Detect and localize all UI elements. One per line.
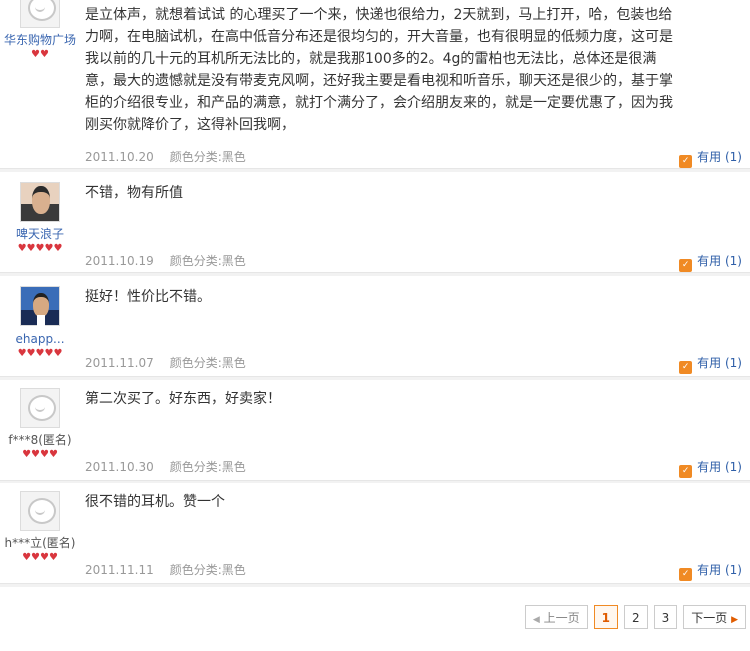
reviewer: ehapp... ♥♥♥♥♥ [0,286,80,360]
thumb-icon: ✓ [679,155,693,168]
reviewer: h***立(匿名) ♥♥♥♥ [0,491,80,564]
review-date: 2011.10.20 [85,150,154,164]
review-meta: 2011.11.11 颜色分类:黑色 [85,561,246,578]
review-item: 华东购物广场 ♥♥ 是立体声，就想着试试 的心理买了一个来，快递也很给力，2天就… [0,0,750,172]
rating-hearts: ♥♥♥♥ [22,449,58,460]
useful-label: 有用 (1) [697,150,742,164]
avatar[interactable] [20,491,60,531]
useful-label: 有用 (1) [697,254,742,268]
useful-label: 有用 (1) [697,460,742,474]
next-page-button[interactable]: 下一页 ▶ [683,605,746,629]
rating-hearts: ♥♥ [31,49,49,60]
useful-label: 有用 (1) [697,563,742,577]
review-meta: 2011.10.19 颜色分类:黑色 [85,252,246,269]
review-date: 2011.11.07 [85,356,154,370]
review-meta: 2011.11.07 颜色分类:黑色 [85,354,246,371]
review-item: ehapp... ♥♥♥♥♥ 挺好！性价比不错。 2011.11.07 颜色分类:… [0,276,750,380]
review-category: 颜色分类:黑色 [169,460,246,474]
review-date: 2011.10.30 [85,460,154,474]
rating-hearts: ♥♥♥♥♥ [17,243,63,254]
avatar[interactable] [20,388,60,428]
reviewer-name[interactable]: 华东购物广场 [0,33,80,47]
arrow-left-icon: ◀ [532,615,540,625]
useful-button[interactable]: ✓ 有用 (1) [679,561,742,581]
review-category: 颜色分类:黑色 [169,563,246,577]
arrow-right-icon: ▶ [731,615,738,625]
reviewer-name: h***立(匿名) [4,536,76,550]
pagination: ◀ 上一页 1 2 3 下一页 ▶ [524,605,746,629]
rating-hearts: ♥♥♥♥♥ [17,348,63,359]
review-text: 挺好！性价比不错。 [85,289,211,305]
useful-label: 有用 (1) [697,356,742,370]
review-text: 是立体声，就想着试试 的心理买了一个来，快递也很给力，2天就到，马上打开，哈，包… [85,7,673,133]
rating-hearts: ♥♥♥♥ [22,552,58,563]
useful-button[interactable]: ✓ 有用 (1) [679,354,742,374]
prev-page-button[interactable]: ◀ 上一页 [524,605,588,629]
thumb-icon: ✓ [679,465,693,478]
useful-button[interactable]: ✓ 有用 (1) [679,148,742,168]
reviewer-name[interactable]: ehapp... [0,332,80,346]
reviewer-name: f***8(匿名) [8,433,72,447]
useful-button[interactable]: ✓ 有用 (1) [679,252,742,272]
thumb-icon: ✓ [679,259,693,272]
reviewer: f***8(匿名) ♥♥♥♥ [0,388,80,461]
prev-page-label: 上一页 [543,611,580,625]
review-meta: 2011.10.30 颜色分类:黑色 [85,458,246,475]
next-page-label: 下一页 [691,611,728,625]
page-button-3[interactable]: 3 [653,605,678,629]
avatar[interactable] [20,182,60,222]
thumb-icon: ✓ [679,361,693,374]
useful-button[interactable]: ✓ 有用 (1) [679,458,742,478]
review-item: f***8(匿名) ♥♥♥♥ 第二次买了。好东西，好卖家！ 2011.10.30… [0,380,750,484]
review-item: h***立(匿名) ♥♥♥♥ 很不错的耳机。赞一个 2011.11.11 颜色分类… [0,483,750,587]
reviewer: 啤天浪子 ♥♥♥♥♥ [0,182,80,255]
page-button-1[interactable]: 1 [593,605,618,629]
reviewer-name[interactable]: 啤天浪子 [0,227,80,241]
avatar[interactable] [20,0,60,28]
review-text: 不错，物有所值 [85,185,183,201]
review-item: 啤天浪子 ♥♥♥♥♥ 不错，物有所值 2011.10.19 颜色分类:黑色 ✓ 有用… [0,172,750,276]
avatar[interactable] [20,286,60,327]
thumb-icon: ✓ [679,568,693,581]
review-category: 颜色分类:黑色 [169,254,246,268]
review-date: 2011.11.11 [85,563,154,577]
review-text: 很不错的耳机。赞一个 [85,494,225,510]
reviewer: 华东购物广场 ♥♥ [0,0,80,61]
review-meta: 2011.10.20 颜色分类:黑色 [85,148,246,165]
review-text: 第二次买了。好东西，好卖家！ [85,391,281,407]
review-date: 2011.10.19 [85,254,154,268]
page-button-2[interactable]: 2 [623,605,648,629]
review-category: 颜色分类:黑色 [169,356,246,370]
review-category: 颜色分类:黑色 [169,150,246,164]
